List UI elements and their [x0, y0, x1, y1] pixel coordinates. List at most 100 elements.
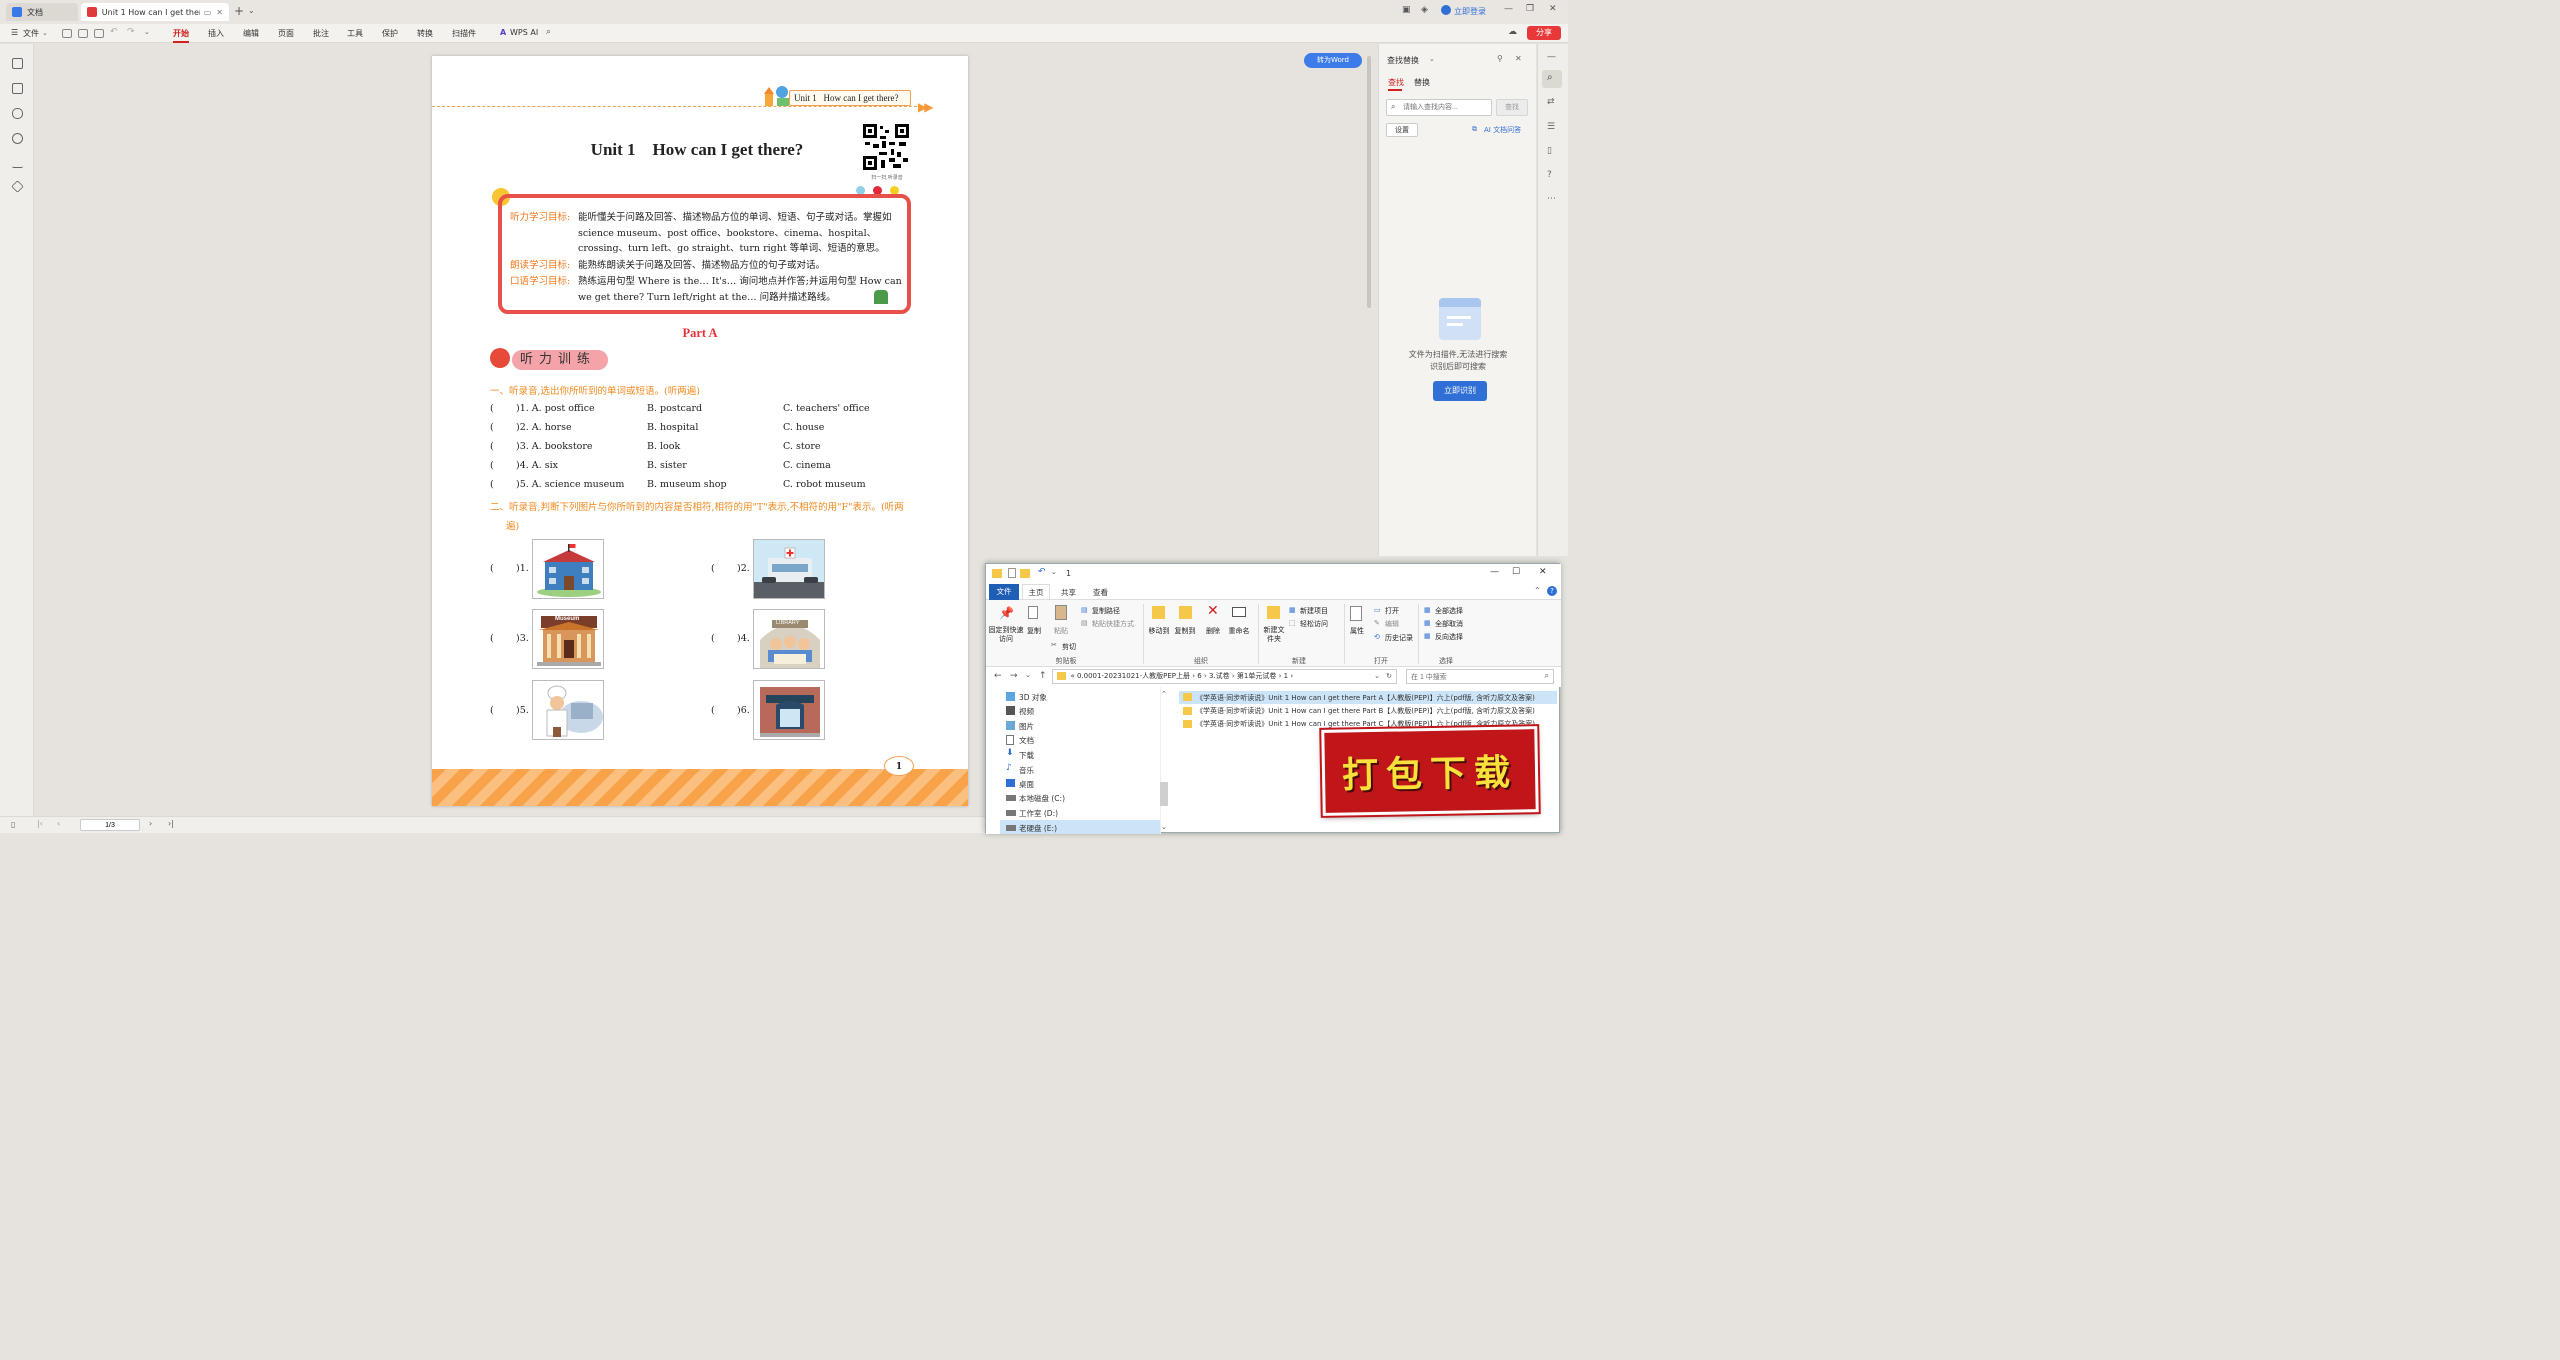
- tab-docs[interactable]: 文档: [6, 3, 78, 21]
- up-icon[interactable]: ↑: [1039, 671, 1047, 681]
- back-icon[interactable]: ←: [994, 671, 1002, 681]
- nav-item-pictures[interactable]: 图片: [1019, 721, 1034, 732]
- menu-start[interactable]: 开始: [173, 28, 189, 43]
- window-icon[interactable]: ▭: [204, 8, 212, 17]
- copy-to-button[interactable]: 复制到: [1172, 626, 1198, 636]
- breadcrumb-item[interactable]: 0.0001-20231021-人教版PEP上册: [1077, 672, 1190, 680]
- scroll-up-icon[interactable]: ⌃: [1161, 690, 1167, 698]
- forward-icon[interactable]: →: [1010, 671, 1018, 681]
- menu-scan[interactable]: 扫描件: [452, 28, 476, 39]
- nav-item-drive-e[interactable]: 老硬盘 (E:): [1019, 823, 1057, 834]
- bookmark-icon[interactable]: [12, 58, 23, 69]
- new-folder-button[interactable]: 新建文件夹: [1261, 626, 1287, 644]
- copy-path-button[interactable]: 复制路径: [1092, 606, 1120, 616]
- breadcrumb-item[interactable]: 3.试卷: [1209, 672, 1230, 680]
- nav-item-music[interactable]: 音乐: [1019, 765, 1034, 776]
- select-all-button[interactable]: 全部选择: [1435, 606, 1463, 616]
- search-icon[interactable]: ⌕: [546, 27, 551, 37]
- tab-document[interactable]: Unit 1 How can I get there ▭ ✕: [81, 3, 229, 21]
- ribbon-tab-share[interactable]: 共享: [1061, 587, 1076, 598]
- close-window-icon[interactable]: ✕: [1549, 4, 1557, 14]
- convert-to-word-button[interactable]: 转为Word: [1304, 53, 1362, 68]
- comment-icon[interactable]: [12, 108, 23, 119]
- open-button[interactable]: 打开: [1385, 606, 1399, 616]
- cube-icon[interactable]: ◈: [1421, 5, 1428, 15]
- help-icon[interactable]: ?: [1547, 170, 1552, 180]
- avatar[interactable]: [1441, 5, 1451, 15]
- invert-selection-button[interactable]: 反向选择: [1435, 632, 1463, 642]
- collapse-ribbon-icon[interactable]: ⌃: [1534, 586, 1541, 595]
- menu-edit[interactable]: 编辑: [243, 28, 259, 39]
- thumbnail-icon[interactable]: [12, 83, 23, 94]
- cloud-icon[interactable]: ☁: [1508, 27, 1517, 37]
- new-item-button[interactable]: 新建项目: [1300, 606, 1328, 616]
- page-input[interactable]: [80, 819, 140, 831]
- properties-icon[interactable]: [1008, 568, 1016, 578]
- help-icon[interactable]: ?: [1547, 586, 1557, 596]
- list-item[interactable]: 《学英语·同步听读说》Unit 1 How can I get there Pa…: [1196, 693, 1535, 703]
- close-icon[interactable]: ✕: [1539, 567, 1547, 577]
- delete-button[interactable]: 删除: [1201, 626, 1225, 636]
- open-icon[interactable]: [62, 29, 72, 38]
- save-icon[interactable]: [78, 29, 88, 38]
- nav-item-drive-c[interactable]: 本地磁盘 (C:): [1019, 793, 1065, 804]
- maximize-icon[interactable]: ☐: [1512, 567, 1520, 577]
- nav-item-desktop[interactable]: 桌面: [1019, 779, 1034, 790]
- login-link[interactable]: 立即登录: [1454, 6, 1486, 17]
- search-button[interactable]: 查找: [1496, 99, 1528, 116]
- close-tab-icon[interactable]: ✕: [216, 8, 223, 17]
- menu-page[interactable]: 页面: [278, 28, 294, 39]
- adjust-icon[interactable]: ☰: [1547, 122, 1555, 132]
- book-icon[interactable]: ▯: [1547, 146, 1552, 156]
- maximize-icon[interactable]: ❐: [1526, 4, 1534, 14]
- customize-icon[interactable]: ⌄: [1051, 568, 1057, 576]
- properties-button[interactable]: 属性: [1346, 626, 1368, 636]
- menu-insert[interactable]: 插入: [208, 28, 224, 39]
- refresh-icon[interactable]: ↻: [1386, 670, 1392, 683]
- menu-file[interactable]: 文件: [23, 28, 39, 39]
- search-input[interactable]: [1403, 102, 1489, 113]
- nav-item-3d[interactable]: 3D 对象: [1019, 692, 1047, 703]
- sidebar-toggle-icon[interactable]: ▯: [11, 820, 15, 829]
- list-item[interactable]: 《学英语·同步听读说》Unit 1 How can I get there Pa…: [1196, 706, 1535, 716]
- chevron-down-icon[interactable]: ⌄: [144, 28, 150, 36]
- menu-protect[interactable]: 保护: [382, 28, 398, 39]
- ai-doc-link[interactable]: AI 文档问答: [1484, 125, 1521, 135]
- breadcrumb[interactable]: « 0.0001-20231021-人教版PEP上册 › 6 › 3.试卷 › …: [1052, 669, 1397, 684]
- menu-tools[interactable]: 工具: [347, 28, 363, 39]
- undo-icon[interactable]: ↶: [110, 27, 118, 37]
- explorer-search-input[interactable]: [1411, 672, 1535, 682]
- chevron-down-icon[interactable]: ⌄: [1429, 55, 1435, 63]
- tab-find[interactable]: 查找: [1388, 77, 1404, 88]
- new-tab-icon[interactable]: +: [234, 4, 244, 18]
- nav-item-drive-d[interactable]: 工作室 (D:): [1019, 808, 1058, 819]
- ribbon-tab-file[interactable]: 文件: [989, 584, 1019, 600]
- recognize-button[interactable]: 立即识别: [1433, 381, 1487, 401]
- more-icon[interactable]: ⋯: [1547, 194, 1556, 204]
- layout-icon[interactable]: ▣: [1402, 5, 1411, 15]
- next-page-icon[interactable]: ›: [149, 819, 152, 828]
- move-to-button[interactable]: 移动到: [1146, 626, 1172, 636]
- last-page-icon[interactable]: ›|: [168, 819, 174, 828]
- close-icon[interactable]: ✕: [1515, 54, 1522, 63]
- breadcrumb-item[interactable]: 第1单元试卷: [1237, 672, 1276, 680]
- copy-button[interactable]: 复制: [1024, 626, 1044, 636]
- redo-icon[interactable]: ↷: [127, 27, 135, 37]
- easy-access-button[interactable]: 轻松访问: [1300, 619, 1328, 629]
- undo-icon[interactable]: ↶: [1038, 567, 1046, 577]
- chevron-down-icon[interactable]: ⌄: [1025, 671, 1031, 679]
- pin-quick-access-button[interactable]: 固定到快速访问: [988, 626, 1024, 644]
- minimize-icon[interactable]: —: [1490, 567, 1499, 577]
- chevron-down-icon[interactable]: ⌄: [248, 6, 255, 15]
- hamburger-icon[interactable]: ☰: [11, 28, 18, 37]
- nav-item-video[interactable]: 视频: [1019, 706, 1034, 717]
- minimize-panel-icon[interactable]: —: [1547, 52, 1556, 62]
- history-button[interactable]: 历史记录: [1385, 633, 1413, 643]
- edit-button[interactable]: 编辑: [1385, 619, 1399, 629]
- print-icon[interactable]: [94, 29, 104, 38]
- ribbon-tab-home[interactable]: 主页: [1022, 584, 1050, 600]
- menu-convert[interactable]: 转换: [417, 28, 433, 39]
- rename-button[interactable]: 重命名: [1226, 626, 1252, 636]
- explorer-search-field[interactable]: ⌕: [1406, 669, 1554, 684]
- document-scrollbar[interactable]: [1367, 56, 1371, 308]
